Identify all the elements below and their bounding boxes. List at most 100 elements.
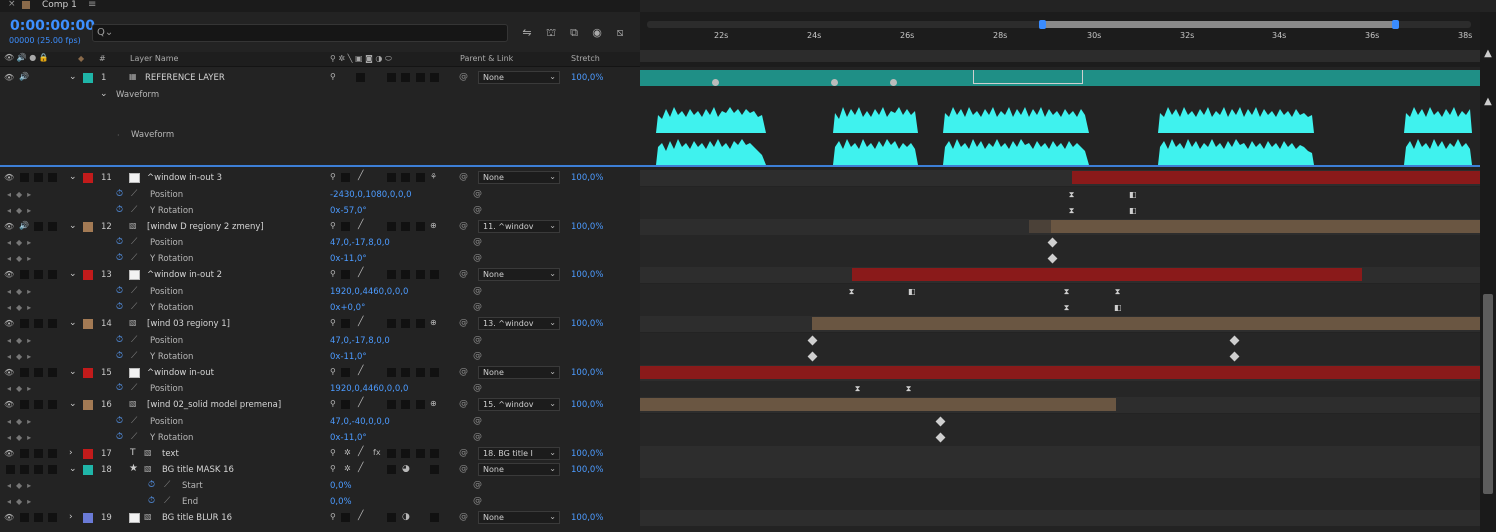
graph-icon[interactable]: ⟋: [131, 432, 137, 442]
keyframe-diamond[interactable]: [1229, 335, 1240, 346]
pickwhip-icon[interactable]: @: [473, 205, 482, 215]
work-area-bar[interactable]: [640, 50, 1480, 62]
switch-box[interactable]: [430, 368, 439, 377]
graph-icon[interactable]: ⟋: [164, 480, 170, 490]
graph-editor-icon[interactable]: ⧅: [613, 27, 627, 39]
quality-switch-icon[interactable]: ╱: [358, 171, 363, 181]
parent-pickwhip-icon[interactable]: @: [459, 72, 468, 82]
stopwatch-icon[interactable]: ⏱: [116, 205, 123, 215]
parent-dropdown[interactable]: None ⌄: [478, 71, 560, 84]
pickwhip-icon[interactable]: @: [473, 302, 482, 312]
time-navigator-end-handle[interactable]: [1392, 20, 1399, 29]
property-value[interactable]: 0,0%: [330, 497, 352, 507]
property-value[interactable]: 0x-11,0°: [330, 352, 367, 362]
switch-box[interactable]: [34, 449, 43, 458]
property-value[interactable]: -2430,0,1080,0,0,0: [330, 190, 411, 200]
parent-dropdown[interactable]: None ⌄: [478, 366, 560, 379]
switch-box[interactable]: [48, 465, 57, 474]
label-color-swatch[interactable]: [83, 222, 93, 232]
stopwatch-icon[interactable]: ⏱: [116, 189, 123, 199]
easy-ease-keyframe[interactable]: ◧: [1129, 190, 1137, 199]
switch-box[interactable]: [401, 319, 410, 328]
layer-duration-bar[interactable]: [1051, 220, 1480, 233]
time-navigator-start-handle[interactable]: [1039, 20, 1046, 29]
easy-ease-keyframe[interactable]: ⧗: [1068, 190, 1075, 199]
layer-row-18[interactable]: ⌄ 18 ★ ▧ BG title MASK 16 ⚲ ✲ ╱ ◕ @ None…: [0, 462, 640, 478]
easy-ease-keyframe[interactable]: ⧗: [1063, 303, 1070, 312]
layer-search-input[interactable]: Q⌄: [92, 24, 508, 42]
layer-duration-bar[interactable]: [812, 317, 1480, 330]
3d-layer-icon[interactable]: ⊕: [430, 399, 437, 408]
keyframe-navigator-icon[interactable]: ◂◆▸: [7, 352, 36, 361]
parent-dropdown[interactable]: 11. ^windov ⌄: [478, 220, 560, 233]
switch-box[interactable]: [341, 173, 350, 182]
visibility-eye-icon[interactable]: 👁: [4, 222, 14, 231]
graph-icon[interactable]: ⟋: [131, 253, 137, 263]
layer-name[interactable]: REFERENCE LAYER: [145, 73, 225, 83]
easy-ease-keyframe[interactable]: ⧗: [905, 384, 912, 393]
easy-ease-keyframe[interactable]: ◧: [1129, 206, 1137, 215]
stopwatch-icon[interactable]: ⏱: [116, 432, 123, 442]
property-value[interactable]: 47,0,-17,8,0,0: [330, 238, 390, 248]
parent-pickwhip-icon[interactable]: @: [459, 318, 468, 328]
parent-pickwhip-icon[interactable]: @: [459, 512, 468, 522]
switch-box[interactable]: [34, 319, 43, 328]
switch-box[interactable]: [430, 449, 439, 458]
parent-link-column-header[interactable]: Parent & Link: [460, 54, 513, 63]
switch-box[interactable]: [416, 173, 425, 182]
switch-box[interactable]: [34, 465, 43, 474]
switch-box[interactable]: [341, 368, 350, 377]
layer-marker[interactable]: [831, 79, 838, 86]
keyframe-navigator-icon[interactable]: ◂◆▸: [7, 384, 36, 393]
label-color-swatch[interactable]: [83, 319, 93, 329]
label-color-swatch[interactable]: [83, 465, 93, 475]
switch-box[interactable]: [416, 73, 425, 82]
switch-box[interactable]: [356, 73, 365, 82]
visibility-eye-icon[interactable]: 👁: [4, 513, 14, 522]
audio-icon[interactable]: 🔊: [19, 72, 29, 81]
layer-name[interactable]: text: [162, 449, 179, 459]
parent-pickwhip-icon[interactable]: @: [459, 269, 468, 279]
graph-icon[interactable]: ⟋: [131, 416, 137, 426]
parent-dropdown[interactable]: None ⌄: [478, 511, 560, 524]
pickwhip-icon[interactable]: @: [473, 189, 482, 199]
visibility-eye-icon[interactable]: 👁: [4, 319, 14, 328]
switch-box[interactable]: [387, 465, 396, 474]
shy-switch-icon[interactable]: ⚲: [330, 448, 336, 457]
label-color-swatch[interactable]: [83, 173, 93, 183]
layer-duration-bar[interactable]: [640, 366, 1480, 379]
switch-box[interactable]: [401, 222, 410, 231]
switch-box[interactable]: [34, 173, 43, 182]
stretch-value[interactable]: 100,0%: [571, 319, 603, 329]
panel-menu-icon[interactable]: ≡: [88, 0, 96, 10]
expand-chevron-icon[interactable]: ⌄: [69, 318, 77, 328]
quality-switch-icon[interactable]: ╱: [358, 366, 363, 376]
parent-dropdown[interactable]: 18. BG title I ⌄: [478, 447, 560, 460]
layer-duration-bar-faded[interactable]: [1029, 220, 1051, 233]
layer-row-1[interactable]: 👁 🔊 ⌄ 1 ▦ REFERENCE LAYER ⚲ @ None ⌄ 100,…: [0, 70, 640, 86]
parent-pickwhip-icon[interactable]: @: [459, 464, 468, 474]
stretch-value[interactable]: 100,0%: [571, 465, 603, 475]
property-row-position[interactable]: ◂◆▸ ⏱ ⟋ Position 47,0,-17,8,0,0 @: [0, 235, 640, 251]
property-row-y-rotation[interactable]: ◂◆▸ ⏱ ⟋ Y Rotation 0x-11,0° @: [0, 251, 640, 267]
switch-box[interactable]: [401, 400, 410, 409]
switch-box[interactable]: [387, 319, 396, 328]
expand-chevron-icon[interactable]: ⌄: [69, 464, 77, 474]
layer-row-17[interactable]: 👁 › 17 T ▧ text ⚲ ✲ ╱ fx @ 18. BG title …: [0, 446, 640, 462]
switch-box[interactable]: [401, 173, 410, 182]
stretch-value[interactable]: 100,0%: [571, 368, 603, 378]
collapse-switch-icon[interactable]: ✲: [344, 464, 351, 473]
switch-box[interactable]: [387, 513, 396, 522]
pickwhip-icon[interactable]: @: [473, 432, 482, 442]
current-time-display[interactable]: 0:00:00:00: [10, 18, 95, 34]
switch-box[interactable]: [20, 173, 29, 182]
stopwatch-icon[interactable]: ⏱: [116, 286, 123, 296]
switch-box[interactable]: [341, 319, 350, 328]
keyframe-navigator-icon[interactable]: ◂◆▸: [7, 433, 36, 442]
switch-box[interactable]: [20, 368, 29, 377]
switch-box[interactable]: [48, 222, 57, 231]
parent-dropdown[interactable]: None ⌄: [478, 268, 560, 281]
keyframe-diamond[interactable]: [1047, 237, 1058, 248]
visibility-eye-icon[interactable]: 👁: [4, 270, 14, 279]
easy-ease-keyframe[interactable]: ⧗: [854, 384, 861, 393]
